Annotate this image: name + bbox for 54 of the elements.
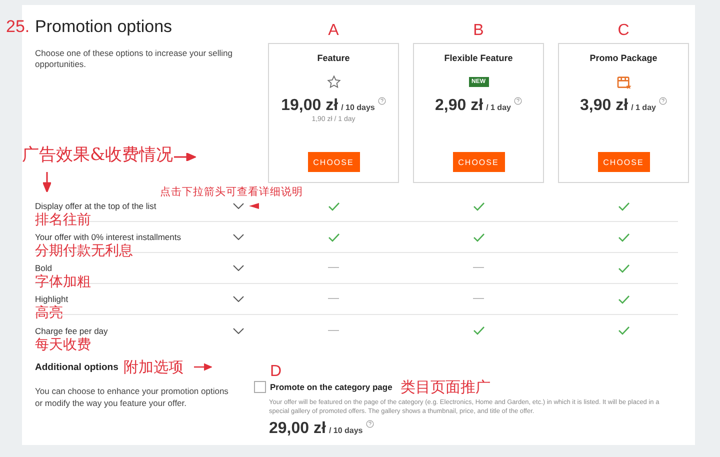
- arrow-icon: [194, 363, 212, 371]
- price-period: / 10 days: [341, 103, 375, 112]
- feature-label: Your offer with 0% interest installments: [35, 232, 181, 242]
- annotation-note: 点击下拉箭头可查看详细说明: [160, 187, 303, 198]
- annotation-note: 附加选项: [123, 359, 184, 375]
- option-price: 29,00 zł: [269, 420, 326, 438]
- annotation-number: 25.: [6, 18, 30, 35]
- annotation-letter: D: [270, 364, 282, 380]
- feature-label: Highlight: [35, 294, 68, 304]
- option-label: Promote on the category page: [270, 382, 392, 392]
- arrow-icon: [174, 153, 196, 161]
- annotation-note: 排名往前: [35, 213, 91, 228]
- package-name: Flexible Feature: [444, 53, 513, 64]
- chevron-down-icon[interactable]: [233, 296, 244, 302]
- package-price: 19,00 zł: [281, 97, 338, 115]
- additional-title: Additional options: [35, 362, 118, 372]
- arrow-icon: [43, 172, 51, 192]
- star-icon: [326, 75, 340, 89]
- package-price: 2,90 zł: [435, 97, 484, 115]
- chevron-down-icon[interactable]: [233, 265, 244, 271]
- package-name: Promo Package: [590, 53, 658, 64]
- annotation-letter: B: [473, 23, 484, 39]
- annotation-letter: A: [328, 23, 339, 39]
- annotation-note: 广告效果&收费情况: [22, 147, 174, 164]
- package-name: Feature: [317, 53, 350, 64]
- choose-button[interactable]: CHOOSE: [598, 152, 650, 172]
- annotation-note: 字体加粗: [35, 275, 91, 290]
- annotation-letter: C: [618, 23, 630, 39]
- feature-label: Display offer at the top of the list: [35, 201, 156, 211]
- price-period: / 1 day: [486, 103, 511, 112]
- arrow-icon: [249, 203, 259, 209]
- feature-label: Charge fee per day: [35, 326, 108, 336]
- help-icon[interactable]: [378, 97, 386, 105]
- annotation-note: 分期付款无利息: [35, 244, 133, 259]
- package-price: 3,90 zł: [580, 97, 628, 115]
- box-icon: [616, 74, 632, 90]
- annotation-note: 每天收费: [35, 338, 91, 352]
- help-icon[interactable]: [366, 420, 374, 428]
- feature-label: Bold: [35, 263, 52, 273]
- choose-button[interactable]: CHOOSE: [452, 152, 504, 172]
- price-period: / 10 days: [328, 426, 363, 435]
- section-description: Choose one of these options to increase your selling opportunities.: [35, 48, 234, 70]
- choose-button[interactable]: CHOOSE: [308, 152, 360, 172]
- chevron-down-icon[interactable]: [233, 203, 244, 209]
- section-title: Promotion options: [35, 18, 174, 36]
- additional-description: You can choose to enhance your promotion options or modify the way you feature your offer.: [35, 385, 230, 409]
- price-period: / 1 day: [631, 103, 656, 112]
- chevron-down-icon[interactable]: [233, 234, 244, 240]
- help-icon[interactable]: [658, 97, 667, 105]
- annotation-note: 高亮: [35, 306, 63, 321]
- help-icon[interactable]: [514, 97, 522, 105]
- chevron-down-icon[interactable]: [233, 328, 244, 334]
- annotation-note: 类目页面推广: [400, 379, 490, 395]
- checkbox[interactable]: [254, 381, 266, 393]
